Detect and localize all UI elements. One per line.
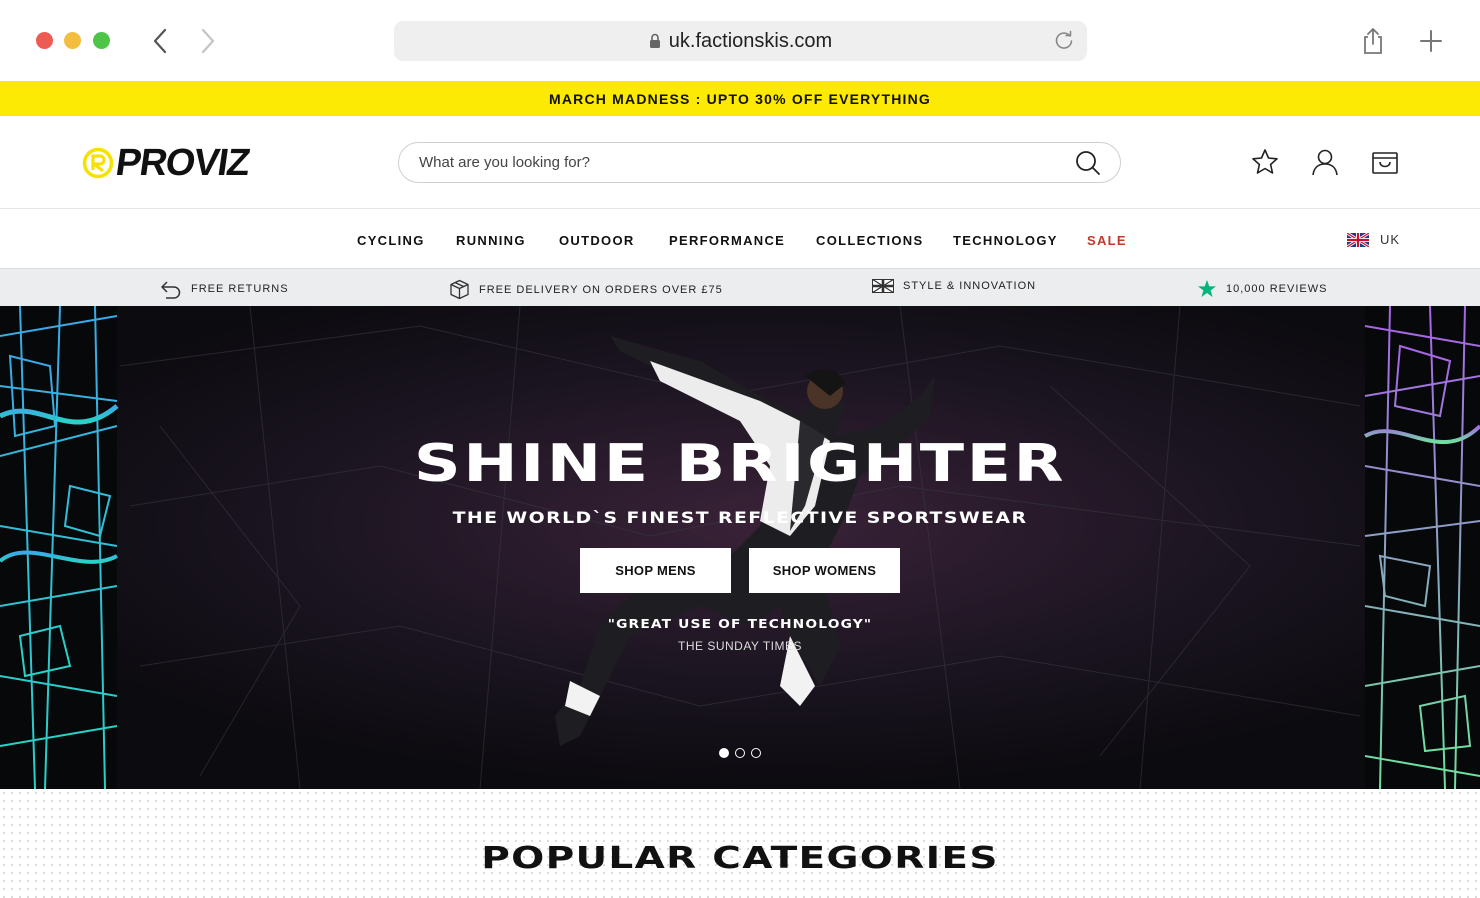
hero-title: SHINE BRIGHTER: [413, 434, 1067, 494]
usp-label: FREE RETURNS: [191, 283, 289, 295]
main-navigation: CYCLING RUNNING OUTDOOR PERFORMANCE COLL…: [0, 210, 1480, 268]
bag-icon[interactable]: [1370, 147, 1400, 177]
logo-mark-icon: [82, 147, 114, 179]
lock-icon: [649, 33, 660, 48]
proviz-logo[interactable]: PROVIZ: [82, 142, 251, 184]
nav-cycling[interactable]: CYCLING: [357, 233, 425, 248]
union-flag-icon: [872, 279, 894, 293]
url-text: uk.factionskis.com: [668, 29, 833, 52]
site-header: PROVIZ: [0, 116, 1480, 209]
browser-toolbar: uk.factionskis.com: [0, 0, 1480, 81]
box-icon: [450, 279, 469, 300]
nav-collections[interactable]: COLLECTIONS: [816, 233, 923, 248]
section-heading: POPULAR CATEGORIES: [481, 841, 999, 876]
usp-free-returns: FREE RETURNS: [160, 279, 289, 299]
usp-label: FREE DELIVERY ON ORDERS OVER £75: [479, 283, 723, 296]
usp-label: 10,000 REVIEWS: [1226, 283, 1328, 295]
back-icon[interactable]: [148, 26, 174, 56]
share-icon[interactable]: [1358, 26, 1388, 56]
search-box[interactable]: [398, 142, 1121, 183]
user-icon[interactable]: [1310, 147, 1340, 177]
nav-technology[interactable]: TECHNOLOGY: [953, 233, 1058, 248]
return-arrow-icon: [161, 281, 181, 299]
shop-womens-button[interactable]: SHOP WOMENS: [749, 548, 900, 593]
promo-banner[interactable]: MARCH MADNESS : UPTO 30% OFF EVERYTHING: [0, 81, 1480, 116]
usp-reviews[interactable]: 10,000 REVIEWS: [1197, 279, 1327, 299]
nav-performance[interactable]: PERFORMANCE: [669, 233, 785, 248]
reload-icon[interactable]: [1053, 30, 1075, 52]
forward-icon[interactable]: [194, 26, 220, 56]
nav-outdoor[interactable]: OUTDOOR: [559, 233, 635, 248]
shop-mens-button[interactable]: SHOP MENS: [580, 548, 731, 593]
usp-free-delivery: FREE DELIVERY ON ORDERS OVER £75: [449, 279, 723, 300]
search-icon[interactable]: [1074, 149, 1102, 177]
logo-text: PROVIZ: [113, 141, 252, 184]
locale-selector[interactable]: UK: [1346, 232, 1400, 247]
maximize-window-button[interactable]: [93, 32, 110, 49]
close-window-button[interactable]: [36, 32, 53, 49]
carousel-dot[interactable]: [719, 748, 729, 758]
hero-background-image: [0, 306, 1480, 789]
hero-banner: SHINE BRIGHTER THE WORLD`S FINEST REFLEC…: [0, 306, 1480, 789]
carousel-dot[interactable]: [751, 748, 761, 758]
nav-sale[interactable]: SALE: [1087, 233, 1127, 248]
popular-categories-section: POPULAR CATEGORIES: [0, 789, 1480, 898]
promo-text: MARCH MADNESS : UPTO 30% OFF EVERYTHING: [548, 90, 932, 107]
hero-quote: "GREAT USE OF TECHNOLOGY": [607, 617, 873, 631]
hero-quote-source: THE SUNDAY TIMES: [677, 639, 803, 653]
carousel-dot[interactable]: [735, 748, 745, 758]
usp-bar: FREE RETURNS FREE DELIVERY ON ORDERS OVE…: [0, 268, 1480, 306]
nav-running[interactable]: RUNNING: [456, 233, 526, 248]
usp-style-innovation: STYLE & INNOVATION: [872, 279, 1036, 293]
address-bar[interactable]: uk.factionskis.com: [394, 21, 1087, 61]
trustpilot-star-icon: [1198, 280, 1216, 297]
star-icon[interactable]: [1250, 147, 1280, 177]
search-input[interactable]: [419, 154, 1059, 171]
new-tab-icon[interactable]: [1416, 26, 1446, 56]
hero-subtitle: THE WORLD`S FINEST REFLECTIVE SPORTSWEAR: [452, 508, 1028, 527]
uk-flag-icon: [1346, 232, 1369, 247]
minimize-window-button[interactable]: [64, 32, 81, 49]
carousel-dots: [719, 748, 761, 758]
locale-label: UK: [1379, 232, 1400, 247]
usp-label: STYLE & INNOVATION: [903, 280, 1037, 292]
